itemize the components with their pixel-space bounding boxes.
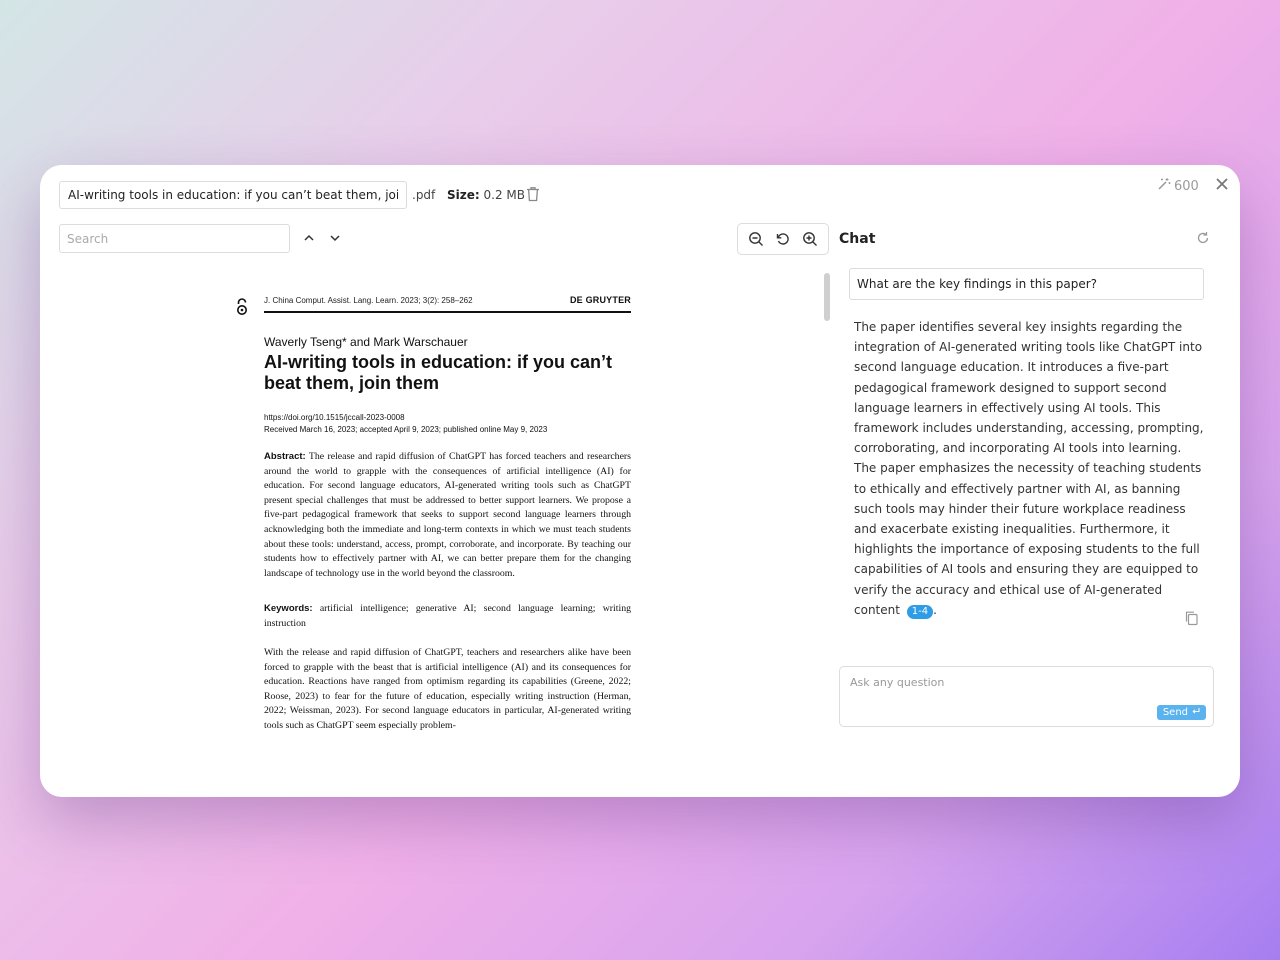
publisher-name: DE GRUYTER — [569, 295, 631, 305]
reset-zoom-icon[interactable] — [773, 229, 793, 249]
journal-citation: J. China Comput. Assist. Lang. Learn. 20… — [264, 296, 473, 305]
abstract-label: Abstract: — [264, 451, 306, 462]
keywords-label: Keywords: — [264, 603, 313, 614]
paper-dates: Received March 16, 2023; accepted April … — [264, 425, 548, 434]
zoom-in-icon[interactable] — [800, 229, 820, 249]
filename-input[interactable] — [59, 181, 407, 209]
enter-key-icon — [1192, 707, 1200, 718]
refresh-icon[interactable] — [1196, 231, 1210, 245]
chevron-down-icon[interactable] — [327, 230, 345, 248]
search-input[interactable] — [59, 224, 290, 253]
abstract: Abstract: The release and rapid diffusio… — [264, 450, 631, 581]
paper-title: AI-writing tools in education: if you ca… — [264, 352, 612, 393]
paper-doi-block: https://doi.org/10.1515/jccall-2023-0008… — [264, 412, 547, 436]
copy-icon[interactable] — [1184, 610, 1199, 626]
answer-text: The paper identifies several key insight… — [854, 320, 1204, 617]
paper-authors: Waverly Tseng* and Mark Warschauer — [264, 335, 468, 349]
assistant-answer: The paper identifies several key insight… — [854, 317, 1204, 620]
file-size-value: 0.2 MB — [483, 188, 525, 202]
zoom-controls — [737, 223, 829, 255]
send-label: Send — [1162, 707, 1188, 718]
answer-end: . — [933, 602, 937, 617]
chat-input-box: Send — [839, 666, 1214, 727]
document-chat-window: .pdf Size: 0.2 MB 600 Chat — [40, 165, 1240, 797]
file-extension: .pdf — [412, 188, 436, 202]
keywords-text: artificial intelligence; generative AI; … — [264, 603, 631, 629]
zoom-out-icon[interactable] — [746, 229, 766, 249]
credits-value: 600 — [1174, 178, 1199, 194]
user-question: What are the key findings in this paper? — [849, 268, 1204, 300]
open-access-icon — [236, 298, 248, 316]
magic-wand-icon — [1157, 177, 1171, 195]
body-paragraph: With the release and rapid diffusion of … — [264, 647, 631, 731]
keywords: Keywords: artificial intelligence; gener… — [264, 602, 631, 631]
credits-counter: 600 — [1157, 177, 1199, 195]
file-size-label: Size: — [447, 188, 480, 202]
chat-input[interactable] — [848, 675, 1152, 690]
chat-title: Chat — [839, 231, 876, 247]
close-icon[interactable] — [1214, 176, 1230, 192]
pdf-scrollbar[interactable] — [824, 273, 830, 321]
pdf-page: J. China Comput. Assist. Lang. Learn. 20… — [230, 291, 645, 735]
file-size: Size: 0.2 MB — [447, 188, 525, 202]
citation-badge[interactable]: 1-4 — [906, 604, 934, 619]
chevron-up-icon[interactable] — [301, 230, 319, 248]
trash-icon[interactable] — [526, 186, 540, 202]
paper-doi: https://doi.org/10.1515/jccall-2023-0008 — [264, 413, 405, 422]
send-button[interactable]: Send — [1156, 705, 1206, 720]
header-rule — [264, 311, 631, 313]
abstract-text: The release and rapid diffusion of ChatG… — [264, 451, 631, 579]
